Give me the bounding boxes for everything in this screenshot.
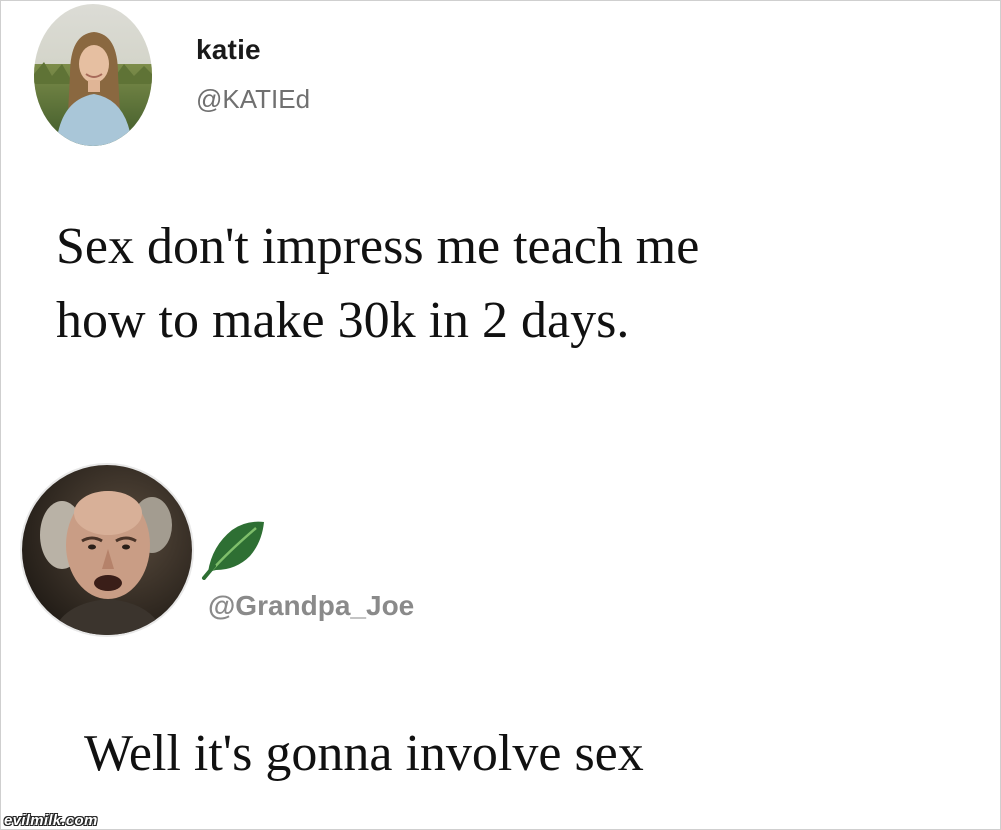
- profile-photo-old-man-icon: [22, 465, 192, 635]
- avatar[interactable]: [34, 4, 152, 146]
- tweet-text: Sex don't impress me teach me how to mak…: [56, 210, 956, 358]
- user-handle[interactable]: @Grandpa_Joe: [208, 590, 414, 622]
- watermark: evilmilk.com: [4, 812, 98, 829]
- display-name[interactable]: katie: [196, 34, 261, 66]
- tweet-text-line: how to make 30k in 2 days.: [56, 292, 630, 349]
- tweet-text-line: Sex don't impress me teach me: [56, 218, 700, 275]
- leaf-icon: [198, 512, 270, 580]
- user-handle[interactable]: @KATIEd: [196, 84, 310, 115]
- profile-photo-woman-icon: [34, 4, 152, 146]
- screenshot-frame: [0, 0, 1001, 830]
- tweet-text: Well it's gonna involve sex: [84, 725, 644, 782]
- avatar[interactable]: [22, 465, 192, 635]
